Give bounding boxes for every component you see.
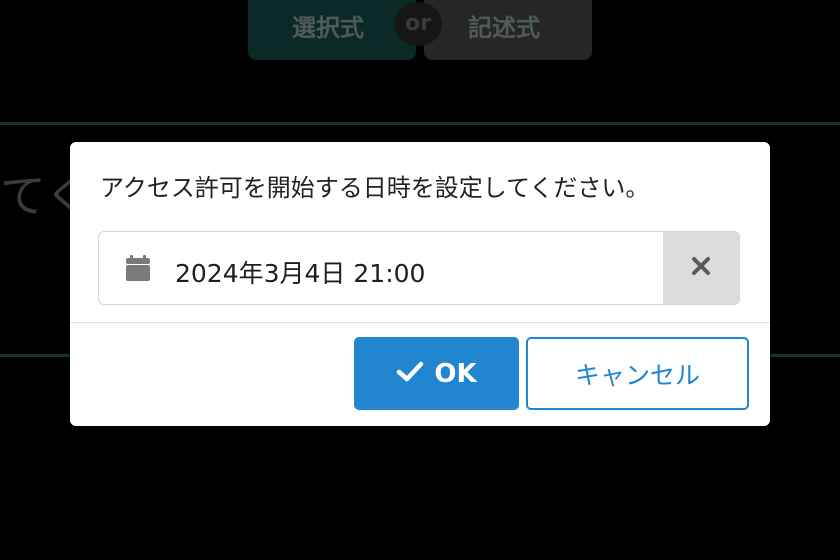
checkmark-icon [396, 361, 424, 387]
calendar-icon [125, 255, 151, 281]
dialog-divider [70, 322, 770, 323]
cancel-button[interactable]: キャンセル [526, 337, 749, 410]
date-picker-dialog: アクセス許可を開始する日時を設定してください。 2024年3月4日 21:00 [70, 142, 770, 426]
ok-button-label: OK [434, 358, 477, 389]
tab-multiple-choice: 選択式 [248, 0, 416, 60]
answer-type-toggle: 選択式 記述式 or [248, 0, 592, 60]
close-icon [691, 256, 711, 280]
tab-free-text-label: 記述式 [468, 14, 540, 42]
background-text: てく [0, 169, 70, 223]
datetime-value[interactable]: 2024年3月4日 21:00 [175, 254, 425, 290]
or-badge: or [394, 2, 442, 46]
tab-free-text: 記述式 [424, 0, 592, 60]
dialog-message: アクセス許可を開始する日時を設定してください。 [100, 174, 650, 202]
background-divider-top [0, 122, 840, 125]
clear-datetime-button[interactable] [663, 232, 739, 304]
tab-multiple-choice-label: 選択式 [292, 14, 364, 42]
datetime-field[interactable]: 2024年3月4日 21:00 [98, 231, 740, 305]
ok-button[interactable]: OK [354, 337, 519, 410]
cancel-button-label: キャンセル [574, 360, 700, 390]
